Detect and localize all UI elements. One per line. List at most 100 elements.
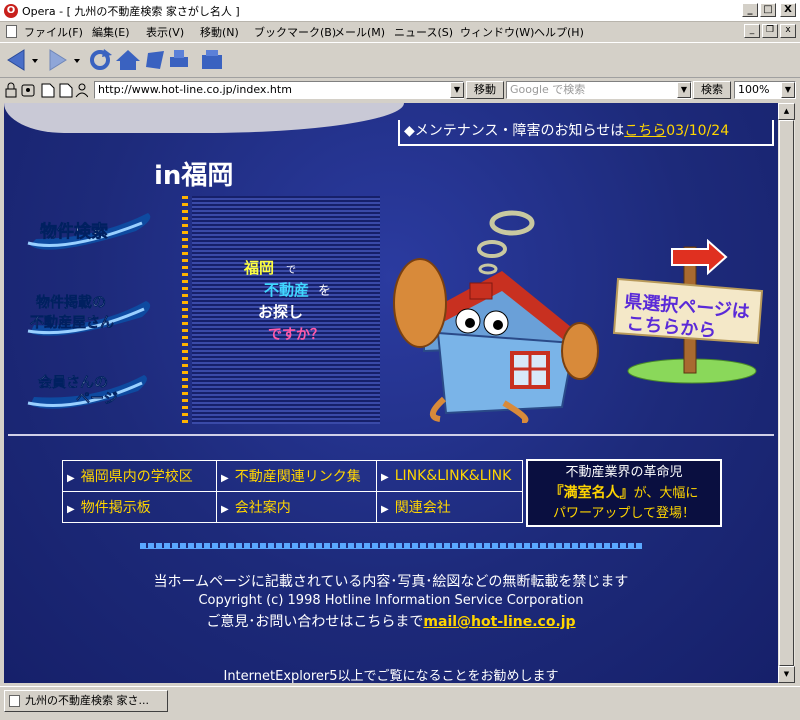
- link-realestate-links[interactable]: ▶ 不動産関連リンク集: [216, 460, 377, 492]
- triangle-bullet-icon: ▶: [221, 473, 229, 484]
- bookmark-page-icon[interactable]: [59, 83, 73, 98]
- banner-line: を: [318, 284, 331, 299]
- region-title: in福岡: [154, 161, 234, 191]
- prefecture-select-sign[interactable]: 県選択ページは こちらから: [612, 239, 772, 385]
- web-page: ◆メンテナンス・障害のお知らせはこちら03/10/24 in福岡 物件検索 物件…: [4, 103, 778, 683]
- page-icon: [9, 695, 20, 707]
- menu-mail[interactable]: メール(M): [334, 24, 385, 40]
- notice-text: ◆メンテナンス・障害のお知らせは: [404, 123, 625, 139]
- search-dropdown-icon[interactable]: ▼: [677, 82, 691, 98]
- menu-file[interactable]: ファイル(F): [24, 24, 83, 40]
- nav-label: 物件検索: [40, 221, 108, 242]
- link-link-and-link[interactable]: ▶ LINK&LINK&LINK: [376, 460, 523, 492]
- nav-label: 不動産屋さん: [30, 314, 114, 331]
- link-table: ▶ 福岡県内の学校区 ▶ 不動産関連リンク集 ▶ LINK&LINK&LINK ▶ 物件…: [62, 460, 523, 523]
- close-button[interactable]: X: [780, 3, 796, 17]
- doc-minimize-button[interactable]: _: [744, 24, 760, 38]
- navigation-toolbar: [0, 42, 800, 78]
- notice-date: 03/10/24: [666, 123, 730, 139]
- promo-line: 不動産業界の革命児: [565, 465, 683, 480]
- back-dropdown-icon[interactable]: [32, 59, 38, 63]
- link-company-info[interactable]: ▶ 会社案内: [216, 491, 377, 523]
- header-decoration: [4, 103, 404, 133]
- scroll-down-icon[interactable]: ▼: [778, 666, 795, 683]
- page-tab[interactable]: 九州の不動産検索 家さ...: [4, 690, 168, 712]
- link-property-board[interactable]: ▶ 物件掲示板: [62, 491, 217, 523]
- notice-link[interactable]: こちら: [624, 123, 666, 139]
- user-mode-icon[interactable]: [75, 83, 88, 98]
- promo-line: が、大幅に: [633, 486, 699, 501]
- promo-product: 『満室名人』: [549, 485, 634, 501]
- nav-label: 会員さんの: [38, 374, 108, 391]
- house-mascot-image: [393, 210, 599, 423]
- nav-icons: [7, 49, 188, 71]
- scroll-up-icon[interactable]: ▲: [778, 103, 795, 120]
- page-bar: 九州の不動産検索 家さ...: [0, 686, 800, 720]
- doc-close-button[interactable]: x: [780, 24, 796, 38]
- title-bar: O Opera - [ 九州の不動産検索 家さがし名人 ] _ □ X: [0, 0, 800, 22]
- banner-line: お探し: [258, 303, 303, 321]
- browser-recommendation: InternetExplorer5以上でご覧になることをお勧めします: [223, 669, 559, 683]
- nav-realtor[interactable]: 物件掲載の 不動産屋さん: [26, 289, 156, 339]
- page-icon[interactable]: [41, 83, 55, 98]
- home-icon[interactable]: [116, 50, 140, 70]
- search-button[interactable]: 検索: [693, 81, 731, 99]
- cookie-icon[interactable]: [21, 84, 35, 97]
- maintenance-notice: ◆メンテナンス・障害のお知らせはこちら03/10/24: [398, 120, 774, 146]
- security-lock-icon[interactable]: [5, 82, 17, 98]
- triangle-bullet-icon: ▶: [67, 504, 75, 515]
- address-icons: [5, 82, 88, 98]
- menu-bookmarks[interactable]: ブックマーク(B): [254, 24, 336, 40]
- contact-line: ご意見･お問い合わせはこちらまでmail@hot-line.co.jp: [4, 611, 778, 631]
- menu-go[interactable]: 移動(N): [200, 24, 239, 40]
- scroll-thumb[interactable]: [779, 120, 794, 666]
- menu-news[interactable]: ニュース(S): [394, 24, 453, 40]
- contact-text: ご意見･お問い合わせはこちらまで: [206, 614, 424, 630]
- table-row: ▶ 物件掲示板 ▶ 会社案内 ▶ 関連会社: [62, 491, 523, 523]
- menu-view[interactable]: 表示(V): [146, 24, 184, 40]
- banner-line: 福岡: [243, 259, 274, 277]
- maximize-button[interactable]: □: [760, 3, 776, 17]
- banner-text: 福岡 で 不動産 を お探し ですか？: [243, 259, 331, 343]
- back-icon[interactable]: [7, 49, 25, 71]
- nav-members[interactable]: 会員さんの ページ: [26, 365, 156, 415]
- menu-bar: ファイル(F) 編集(E) 表示(V) 移動(N) ブックマーク(B) メール(…: [0, 22, 800, 42]
- nav-label: 物件掲載の: [36, 294, 106, 311]
- menu-window[interactable]: ウィンドウ(W): [460, 24, 534, 40]
- horizontal-divider: [8, 434, 774, 436]
- triangle-bullet-icon: ▶: [381, 472, 389, 483]
- wave-divider: [140, 543, 642, 549]
- go-button[interactable]: 移動: [466, 81, 504, 99]
- promo-banner[interactable]: 不動産業界の革命児 『満室名人』が、大幅に パワーアップして登場！: [526, 459, 722, 527]
- reload-icon[interactable]: [90, 49, 112, 70]
- nav-label: ページ: [76, 391, 118, 407]
- banner-line: 不動産: [264, 281, 309, 299]
- copyright-line: Copyright (c) 1998 Hotline Information S…: [198, 593, 584, 608]
- forward-icon[interactable]: [49, 49, 67, 71]
- document-icon: [6, 25, 17, 38]
- page-tab-title: 九州の不動産検索 家さ...: [25, 694, 149, 707]
- triangle-bullet-icon: ▶: [381, 504, 389, 515]
- triangle-bullet-icon: ▶: [221, 504, 229, 515]
- address-input[interactable]: http://www.hot-line.co.jp/index.htm: [94, 81, 464, 99]
- doc-restore-button[interactable]: ❐: [762, 24, 778, 38]
- nav-property-search[interactable]: 物件検索: [26, 209, 156, 253]
- promo-line: パワーアップして登場！: [552, 506, 696, 521]
- address-dropdown-icon[interactable]: ▼: [450, 82, 464, 98]
- triangle-bullet-icon: ▶: [67, 473, 75, 484]
- copyright-notice: 当ホームページに記載されている内容･写真･絵図などの無断転載を禁じます: [153, 574, 629, 590]
- email-link[interactable]: mail@hot-line.co.jp: [423, 614, 575, 630]
- vertical-scrollbar[interactable]: ▲ ▼: [778, 103, 795, 683]
- zoom-dropdown-icon[interactable]: ▼: [781, 82, 795, 98]
- menu-help[interactable]: ヘルプ(H): [534, 24, 584, 40]
- hotlist-icon[interactable]: [146, 51, 164, 69]
- search-input[interactable]: Google で検索: [506, 81, 692, 99]
- address-toolbar: http://www.hot-line.co.jp/index.htm ▼ 移動…: [0, 78, 800, 102]
- print-icon[interactable]: [170, 50, 188, 67]
- menu-edit[interactable]: 編集(E): [92, 24, 130, 40]
- minimize-button[interactable]: _: [742, 3, 758, 17]
- link-school-district[interactable]: ▶ 福岡県内の学校区: [62, 460, 217, 492]
- search-toolbar-icon[interactable]: [200, 47, 230, 73]
- forward-dropdown-icon[interactable]: [74, 59, 80, 63]
- link-affiliates[interactable]: ▶ 関連会社: [376, 491, 523, 523]
